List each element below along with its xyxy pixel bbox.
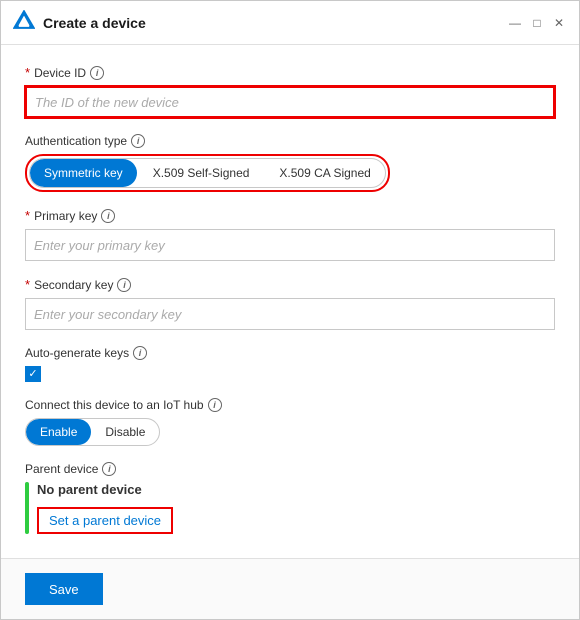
parent-device-info-icon[interactable]: i <box>102 462 116 476</box>
parent-device-label-text: Parent device <box>25 462 98 476</box>
connect-to-hub-label-text: Connect this device to an IoT hub <box>25 398 204 412</box>
form-content: * Device ID i Authentication type i Symm… <box>1 45 579 558</box>
connect-enable-button[interactable]: Enable <box>26 419 91 445</box>
secondary-key-label: * Secondary key i <box>25 277 555 292</box>
parent-device-content: No parent device Set a parent device <box>37 482 173 534</box>
device-id-label-text: Device ID <box>34 66 86 80</box>
device-id-label: * Device ID i <box>25 65 555 80</box>
azure-icon <box>13 10 35 35</box>
parent-device-label: Parent device i <box>25 462 555 476</box>
primary-key-label-text: Primary key <box>34 209 97 223</box>
restore-button[interactable]: □ <box>529 15 545 31</box>
auto-generate-checkbox[interactable]: ✓ <box>25 366 41 382</box>
secondary-key-info-icon[interactable]: i <box>117 278 131 292</box>
parent-device-group: Parent device i No parent device Set a p… <box>25 462 555 534</box>
connect-disable-button[interactable]: Disable <box>91 419 159 445</box>
primary-key-input[interactable] <box>25 229 555 261</box>
auth-x509-ca-signed-button[interactable]: X.509 CA Signed <box>265 159 384 187</box>
set-parent-device-button[interactable]: Set a parent device <box>37 507 173 534</box>
connect-to-hub-label: Connect this device to an IoT hub i <box>25 398 555 412</box>
title-bar: Create a device — □ ✕ <box>1 1 579 45</box>
auto-generate-label-text: Auto-generate keys <box>25 346 129 360</box>
secondary-key-label-text: Secondary key <box>34 278 113 292</box>
title-bar-controls: — □ ✕ <box>507 15 567 31</box>
connect-to-hub-info-icon[interactable]: i <box>208 398 222 412</box>
auto-generate-checkbox-container: ✓ <box>25 366 555 382</box>
auth-x509-self-signed-button[interactable]: X.509 Self-Signed <box>139 159 264 187</box>
device-id-input[interactable] <box>25 86 555 118</box>
green-bar-indicator <box>25 482 29 534</box>
minimize-button[interactable]: — <box>507 15 523 31</box>
no-parent-device-text: No parent device <box>37 482 173 497</box>
auto-generate-label: Auto-generate keys i <box>25 346 555 360</box>
window-title: Create a device <box>43 15 146 31</box>
checkmark-icon: ✓ <box>28 369 37 380</box>
connect-to-hub-group: Connect this device to an IoT hub i Enab… <box>25 398 555 446</box>
footer-bar: Save <box>1 558 579 619</box>
primary-key-info-icon[interactable]: i <box>101 209 115 223</box>
secondary-key-input[interactable] <box>25 298 555 330</box>
device-id-group: * Device ID i <box>25 65 555 118</box>
primary-key-label: * Primary key i <box>25 208 555 223</box>
auth-type-container: Symmetric key X.509 Self-Signed X.509 CA… <box>25 154 390 192</box>
device-id-info-icon[interactable]: i <box>90 66 104 80</box>
required-star-primary-key: * <box>25 208 30 223</box>
secondary-key-group: * Secondary key i <box>25 277 555 330</box>
auth-type-info-icon[interactable]: i <box>131 134 145 148</box>
auto-generate-group: Auto-generate keys i ✓ <box>25 346 555 382</box>
auto-generate-info-icon[interactable]: i <box>133 346 147 360</box>
save-button[interactable]: Save <box>25 573 103 605</box>
title-bar-left: Create a device <box>13 10 146 35</box>
required-star-device-id: * <box>25 65 30 80</box>
auth-type-group: Authentication type i Symmetric key X.50… <box>25 134 555 192</box>
auth-type-toggle: Symmetric key X.509 Self-Signed X.509 CA… <box>29 158 386 188</box>
auth-type-label: Authentication type i <box>25 134 555 148</box>
create-device-window: Create a device — □ ✕ * Device ID i Auth… <box>0 0 580 620</box>
close-button[interactable]: ✕ <box>551 15 567 31</box>
parent-device-section: No parent device Set a parent device <box>25 482 555 534</box>
primary-key-group: * Primary key i <box>25 208 555 261</box>
required-star-secondary-key: * <box>25 277 30 292</box>
connect-to-hub-toggle: Enable Disable <box>25 418 160 446</box>
auth-type-label-text: Authentication type <box>25 134 127 148</box>
auth-symmetric-key-button[interactable]: Symmetric key <box>30 159 137 187</box>
